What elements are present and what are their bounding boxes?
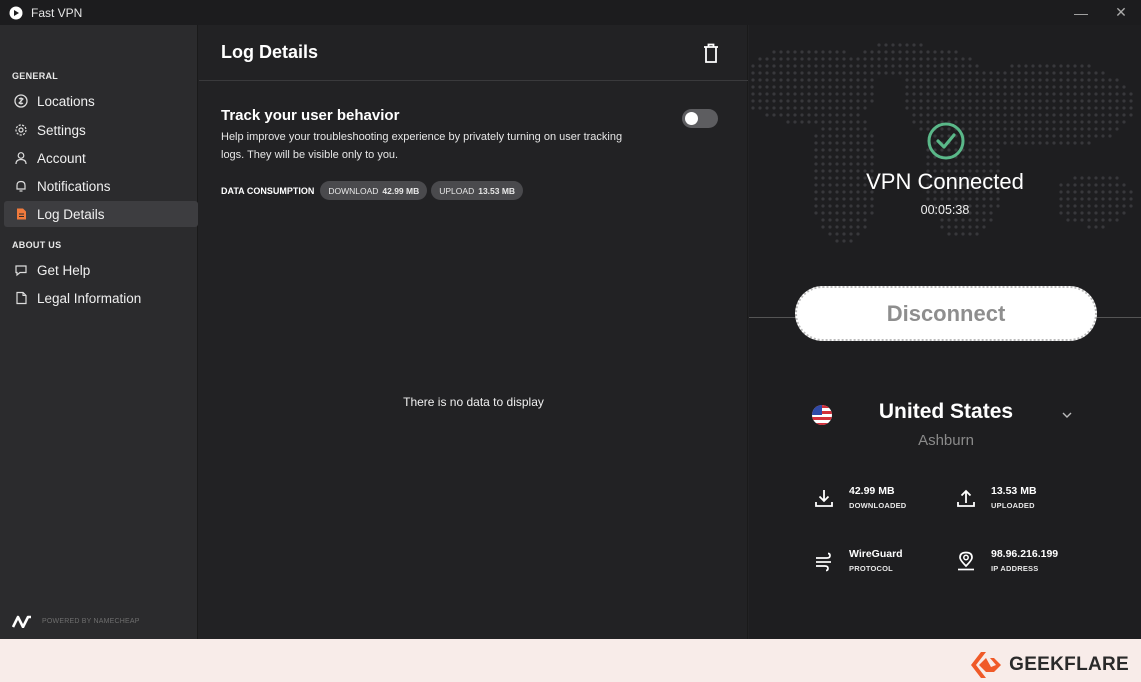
toggle-knob — [685, 112, 698, 125]
sidebar-item-account[interactable]: Account — [4, 145, 198, 171]
locations-icon — [14, 94, 28, 108]
file-icon — [14, 291, 28, 305]
connection-timer: 00:05:38 — [920, 203, 970, 217]
data-consumption: DATA CONSUMPTION DOWNLOAD 42.99 MB UPLOA… — [221, 181, 527, 200]
sidebar-item-label: Get Help — [37, 262, 91, 278]
document-icon — [14, 207, 28, 221]
sidebar-item-log-details[interactable]: Log Details — [4, 201, 198, 227]
connected-check-icon — [927, 122, 965, 160]
namecheap-logo-icon — [12, 615, 31, 628]
sidebar-item-label: Legal Information — [37, 290, 142, 306]
geekflare-logo-icon — [971, 652, 1002, 678]
downloaded-value: 42.99 MB — [849, 485, 895, 497]
download-pill-value: 42.99 MB — [382, 185, 420, 196]
minimize-icon: — — [1074, 4, 1088, 21]
user-icon — [14, 151, 28, 165]
ip-address-value: 98.96.216.199 — [991, 548, 1059, 560]
upload-pill: UPLOAD 13.53 MB — [431, 181, 524, 200]
sidebar-item-label: Log Details — [37, 206, 105, 222]
trash-icon[interactable] — [702, 42, 720, 64]
track-behavior-title: Track your user behavior — [221, 107, 400, 124]
title-bar: Fast VPN — ✕ — [0, 0, 1141, 25]
vpn-status: VPN Connected — [866, 169, 1024, 194]
geekflare-brand: GEEKFLARE — [1009, 654, 1129, 675]
close-icon: ✕ — [1115, 4, 1127, 20]
track-behavior-toggle[interactable] — [682, 109, 718, 128]
app-window: Fast VPN — ✕ GENERAL Locations Settings … — [0, 0, 1141, 639]
fast-vpn-logo-icon — [9, 6, 23, 19]
sidebar-item-label: Notifications — [37, 178, 111, 194]
disconnect-button[interactable]: Disconnect — [795, 286, 1097, 341]
close-window-button[interactable]: ✕ — [1101, 0, 1141, 25]
sidebar: GENERAL Locations Settings Account Notif… — [0, 25, 198, 639]
sidebar-item-label: Settings — [37, 122, 86, 138]
log-details-panel: Log Details Track your user behavior Hel… — [199, 25, 748, 639]
stat-ip-address: 98.96.216.199 IP ADDRESS — [955, 548, 1058, 573]
powered-by: POWERED BY NAMECHEAP — [12, 615, 140, 628]
upload-icon — [957, 489, 975, 507]
sidebar-item-label: Account — [37, 150, 86, 166]
connection-panel: VPN Connected 00:05:38 Disconnect United… — [749, 25, 1141, 639]
sidebar-item-locations[interactable]: Locations — [4, 88, 198, 114]
gear-icon — [14, 123, 28, 137]
ip-address-label: IP ADDRESS — [991, 564, 1039, 573]
geekflare-watermark: GEEKFLARE — [969, 650, 1129, 680]
location-city: Ashburn — [918, 432, 974, 449]
sidebar-section-general: GENERAL — [12, 71, 59, 81]
sidebar-item-label: Locations — [37, 93, 95, 109]
location-country[interactable]: United States — [839, 400, 1053, 424]
protocol-value: WireGuard — [849, 548, 903, 560]
data-consumption-label: DATA CONSUMPTION — [221, 185, 315, 196]
window-title: Fast VPN — [31, 5, 83, 20]
location-pin-icon — [958, 551, 974, 570]
panel-header: Log Details — [199, 25, 748, 81]
sidebar-item-settings[interactable]: Settings — [4, 117, 198, 143]
page-title: Log Details — [221, 42, 319, 62]
protocol-label: PROTOCOL — [849, 564, 893, 573]
uploaded-label: UPLOADED — [991, 501, 1035, 510]
download-icon — [815, 489, 833, 507]
bell-icon — [14, 179, 28, 193]
chevron-down-icon[interactable] — [1060, 408, 1074, 422]
stat-downloaded: 42.99 MB DOWNLOADED — [813, 485, 906, 510]
stat-protocol: WireGuard PROTOCOL — [813, 548, 903, 573]
minimize-button[interactable]: — — [1061, 0, 1101, 25]
upload-pill-value: 13.53 MB — [478, 185, 516, 196]
sidebar-section-about: ABOUT US — [12, 240, 62, 250]
sidebar-item-notifications[interactable]: Notifications — [4, 173, 198, 199]
help-chat-icon — [14, 263, 28, 277]
protocol-wind-icon — [816, 552, 831, 571]
download-pill-label: DOWNLOAD — [328, 185, 379, 196]
empty-state-text: There is no data to display — [403, 395, 544, 409]
uploaded-value: 13.53 MB — [991, 485, 1037, 497]
downloaded-label: DOWNLOADED — [849, 501, 907, 510]
stat-uploaded: 13.53 MB UPLOADED — [955, 485, 1037, 510]
download-pill: DOWNLOAD 42.99 MB — [320, 181, 428, 200]
us-flag-icon — [812, 405, 832, 425]
upload-pill-label: UPLOAD — [439, 185, 475, 196]
sidebar-item-get-help[interactable]: Get Help — [4, 257, 198, 283]
sidebar-item-legal-information[interactable]: Legal Information — [4, 285, 198, 311]
track-behavior-description: Help improve your troubleshooting experi… — [221, 131, 623, 161]
powered-by-text: POWERED BY NAMECHEAP — [42, 618, 140, 625]
